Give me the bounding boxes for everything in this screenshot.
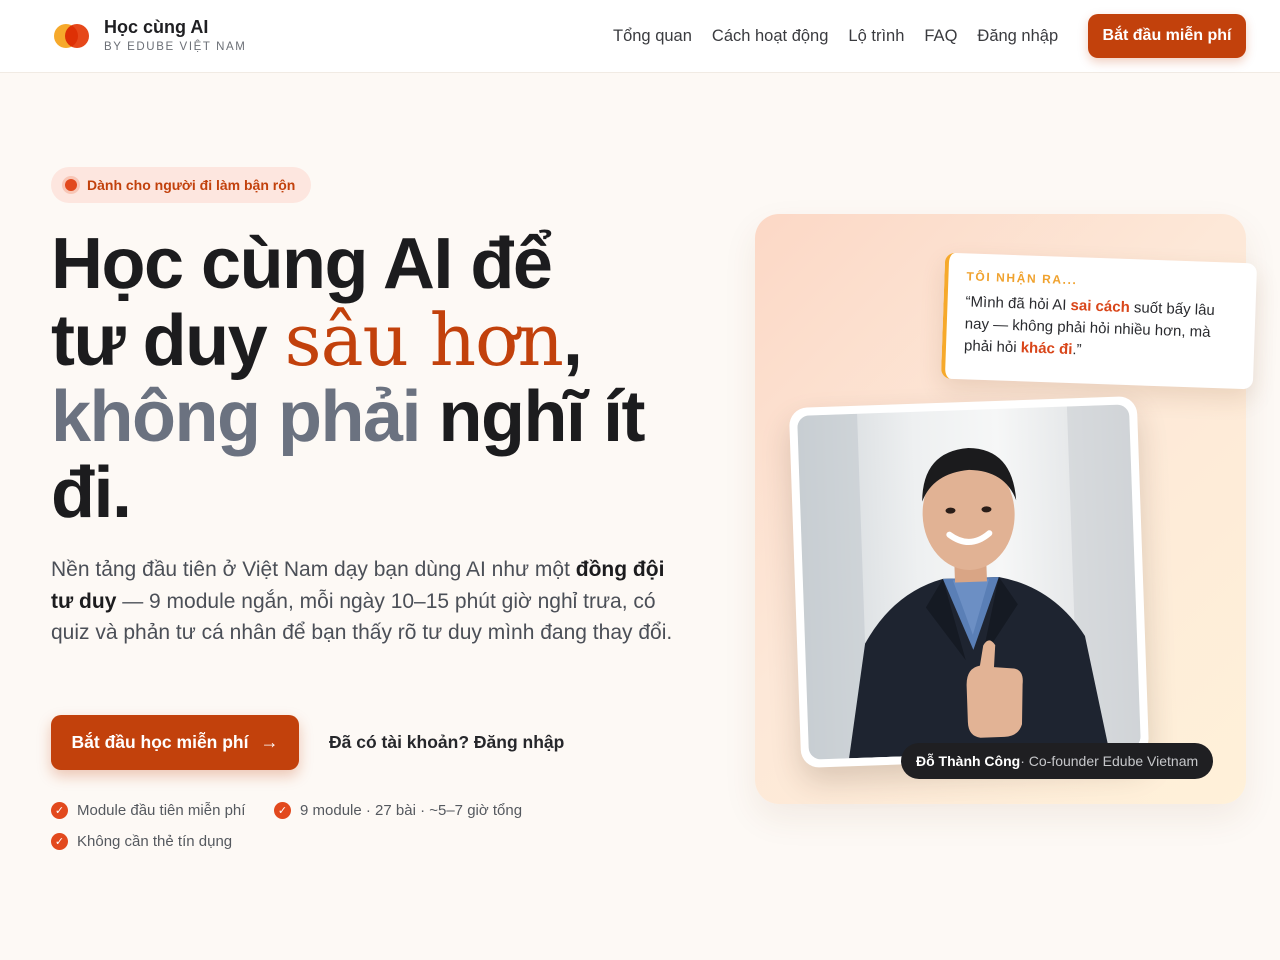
perk-label: Module đầu tiên miễn phí (77, 802, 246, 819)
headline-line-4: đi. (51, 453, 132, 533)
check-icon: ✓ (51, 802, 68, 819)
start-learning-button[interactable]: Bắt đầu học miễn phí → (51, 715, 299, 770)
brand-logo[interactable]: Học cùng AI BY EDUBE VIỆT NAM (54, 17, 246, 55)
start-learning-label: Bắt đầu học miễn phí (71, 732, 249, 752)
lead-part-2: — 9 module ngắn, mỗi ngày 10–15 phút giờ… (51, 589, 673, 645)
perk-label: 9 module · 27 bài · ~5–7 giờ tổng (300, 802, 523, 819)
headline-line-3b: nghĩ ít (419, 377, 645, 457)
founder-name-badge: Đỗ Thành Công · Co-founder Edube Vietnam (901, 743, 1214, 779)
nav-overview[interactable]: Tổng quan (613, 26, 692, 46)
founder-photo (797, 404, 1141, 760)
headline-line-3a: không phải (51, 377, 421, 457)
founder-name: Đỗ Thành Công (916, 753, 1021, 769)
lead-part-1: Nền tảng đầu tiên ở Việt Nam dạy bạn dùn… (51, 558, 576, 581)
dot-icon (65, 179, 77, 191)
perk-item: ✓ 9 module · 27 bài · ~5–7 giờ tổng (274, 802, 522, 819)
quote-label: TÔI NHẬN RA... (966, 269, 1078, 288)
nav-roadmap[interactable]: Lộ trình (848, 26, 904, 46)
badge-label: Dành cho người đi làm bận rộn (87, 177, 296, 193)
brand-subtitle: BY EDUBE VIỆT NAM (104, 41, 247, 53)
founder-role: · Co-founder Edube Vietnam (1020, 753, 1199, 769)
perk-item: ✓ Module đầu tiên miễn phí (51, 802, 245, 819)
login-link[interactable]: Đã có tài khoản? Đăng nhập (329, 732, 564, 753)
nav-login[interactable]: Đăng nhập (977, 26, 1058, 46)
audience-badge: Dành cho người đi làm bận rộn (51, 167, 312, 203)
quote-highlight: khác đi (1020, 339, 1073, 359)
hero-description: Nền tảng đầu tiên ở Việt Nam dạy bạn dùn… (51, 554, 691, 649)
main-nav: Tổng quan Cách hoạt động Lộ trình FAQ Đă… (613, 26, 1078, 46)
nav-faq[interactable]: FAQ (924, 26, 957, 46)
headline-line-2a: tư duy (51, 301, 285, 381)
perk-item: ✓ Không cần thẻ tín dụng (51, 833, 232, 850)
quote-text-part: .” (1072, 341, 1082, 359)
founder-photo-frame (788, 396, 1150, 768)
check-icon: ✓ (274, 802, 291, 819)
quote-text-part: “Mình đã hỏi AI (965, 293, 1071, 314)
headline-comma: , (562, 301, 583, 381)
headline-line-1: Học cùng AI để (51, 224, 553, 304)
nav-how-it-works[interactable]: Cách hoạt động (712, 26, 829, 46)
brand-title: Học cùng AI (104, 17, 209, 37)
quote-card: TÔI NHẬN RA... “Mình đã hỏi AI sai cách … (940, 252, 1258, 390)
headline-highlight: sâu hơn (284, 298, 564, 382)
founder-illustration (797, 404, 1141, 760)
arrow-right-icon: → (260, 732, 279, 752)
quote-text: “Mình đã hỏi AI sai cách suốt bấy lâu na… (964, 291, 1238, 366)
start-free-button[interactable]: Bắt đầu miễn phí (1088, 14, 1246, 58)
hero-headline: Học cùng AI để tư duy sâu hơn, không phả… (51, 226, 731, 531)
check-icon: ✓ (51, 833, 68, 850)
logo-icon (54, 23, 90, 49)
perk-label: Không cần thẻ tín dụng (77, 833, 233, 850)
quote-highlight: sai cách (1070, 297, 1131, 317)
site-header: Học cùng AI BY EDUBE VIỆT NAM Tổng quan … (0, 0, 1280, 73)
